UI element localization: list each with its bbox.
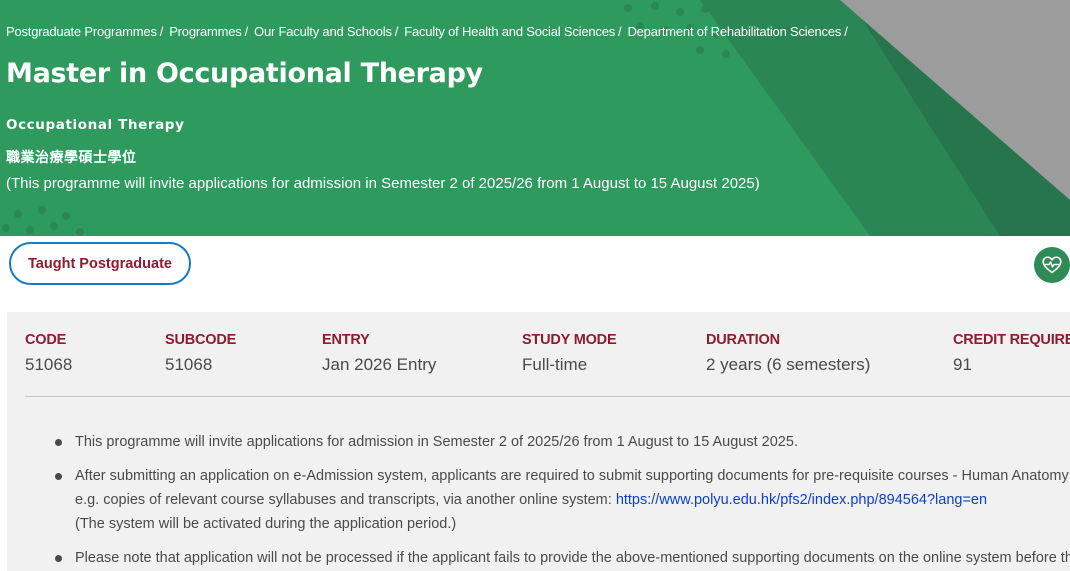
info-value-entry: Jan 2026 Entry [322,355,437,374]
info-credit-required: CREDIT REQUIRED 91 [953,332,1070,375]
info-value-duration: 2 years (6 semesters) [706,355,871,374]
heart-pulse-icon [1042,256,1062,274]
info-subcode: SUBCODE 51068 [165,332,236,375]
programme-info-panel: CODE 51068 SUBCODE 51068 ENTRY Jan 2026 … [7,312,1070,571]
info-label-code: CODE [25,332,67,348]
breadcrumb-programmes[interactable]: Programmes [169,24,242,39]
info-label-entry: ENTRY [322,332,370,348]
breadcrumb-separator: / [844,24,848,39]
supporting-documents-link[interactable]: https://www.polyu.edu.hk/pfs2/index.php/… [616,492,987,508]
info-label-study-mode: STUDY MODE [522,332,617,348]
page-title: Master in Occupational Therapy [6,58,483,89]
bullet-icon [55,555,62,562]
bullet-icon [55,439,62,446]
taught-postgraduate-tag[interactable]: Taught Postgraduate [9,242,191,285]
info-value-credit-required: 91 [953,355,972,374]
note-line-2-text: e.g. copies of relevant course syllabuse… [75,492,616,508]
info-divider [25,396,1070,397]
list-item: Please note that application will not be… [7,546,1070,570]
note-line-3: (The system will be activated during the… [75,516,457,532]
note-text: Please note that application will not be… [75,550,1070,566]
note-text: This programme will invite applications … [75,434,798,450]
hero-dots-bottom [2,206,84,236]
info-value-study-mode: Full-time [522,355,588,374]
programme-chinese-title: 職業治療學碩士學位 [6,149,137,165]
info-label-credit-required: CREDIT REQUIRED [953,332,1070,348]
breadcrumb-separator: / [159,24,164,39]
info-label-duration: DURATION [706,332,780,348]
admission-note: (This programme will invite applications… [6,175,760,192]
breadcrumb-faculty-and-schools[interactable]: Our Faculty and Schools [254,24,392,39]
info-value-code: 51068 [25,355,73,374]
breadcrumb-department-rehabilitation-sciences[interactable]: Department of Rehabilitation Sciences [627,24,841,39]
breadcrumb-postgraduate-programmes[interactable]: Postgraduate Programmes [6,24,157,39]
programme-subtitle: Occupational Therapy [6,117,185,133]
info-study-mode: STUDY MODE Full-time [522,332,617,375]
programme-notes-list: This programme will invite applications … [7,430,1070,570]
info-duration: DURATION 2 years (6 semesters) [706,332,870,375]
breadcrumb-separator: / [244,24,249,39]
breadcrumb-separator: / [618,24,622,39]
info-value-subcode: 51068 [165,355,213,374]
info-code: CODE 51068 [25,332,72,375]
note-line-1: After submitting an application on e-Adm… [75,468,1069,484]
list-item: After submitting an application on e-Adm… [7,464,1070,536]
list-item: This programme will invite applications … [7,430,1070,454]
breadcrumb-separator: / [394,24,399,39]
info-label-subcode: SUBCODE [165,332,237,348]
note-line-2: e.g. copies of relevant course syllabuse… [75,488,1070,512]
breadcrumb: Postgraduate Programmes / Programmes / Our F… [6,24,854,42]
breadcrumb-faculty-health-social-sciences[interactable]: Faculty of Health and Social Sciences [404,24,615,39]
heart-pulse-badge[interactable] [1034,247,1070,283]
bullet-icon [55,473,62,480]
hero-banner: Postgraduate Programmes / Programmes / Our F… [0,0,1070,236]
info-entry: ENTRY Jan 2026 Entry [322,332,436,375]
